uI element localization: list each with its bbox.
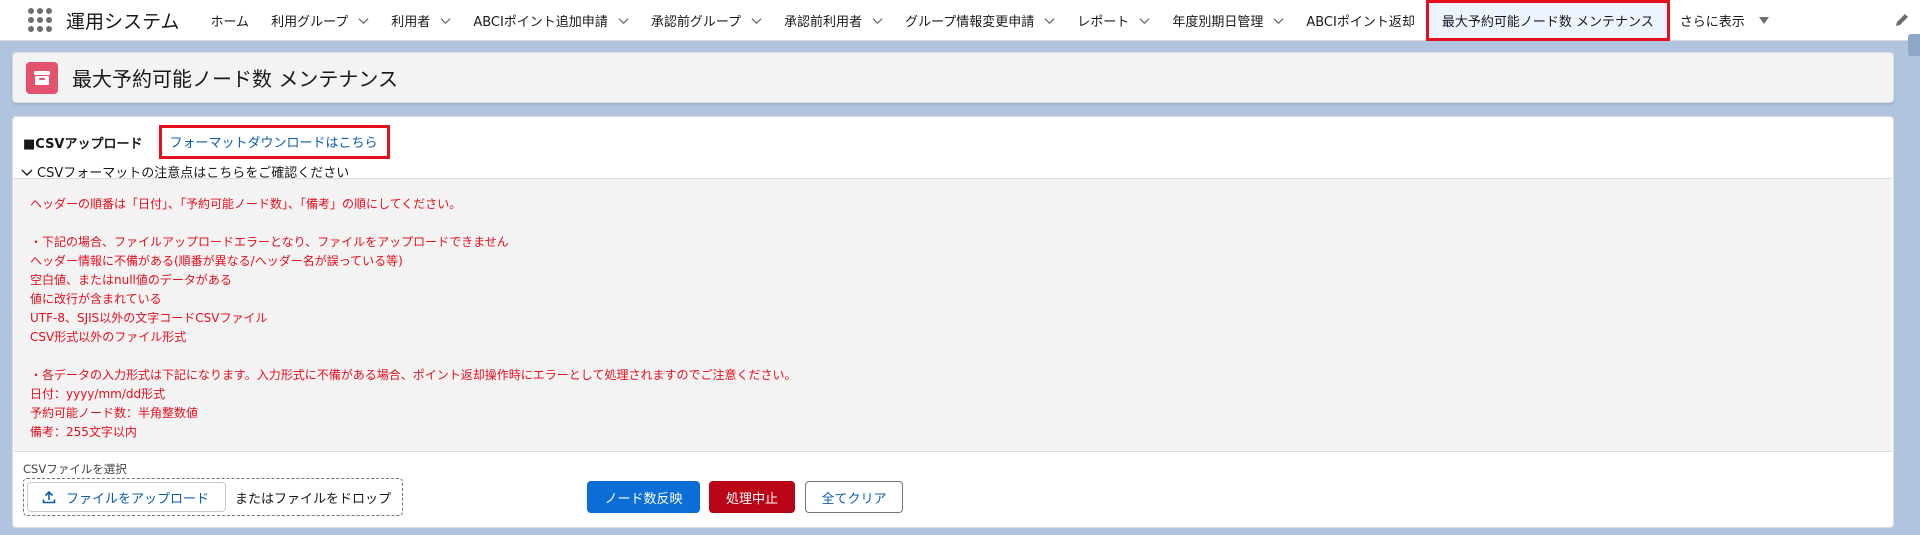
utility-panel-handle[interactable] (1908, 34, 1920, 56)
notes-line: 予約可能ノード数：半角整数値 (30, 406, 199, 420)
nav-tab-group-info-change[interactable]: グループ情報変更申請 (894, 0, 1066, 41)
upload-section-header: ■CSVアップロード フォーマットダウンロードはこちら (23, 125, 390, 159)
page-title: 最大予約可能ノード数 メンテナンス (72, 67, 398, 91)
nav-tab-annual-deadline[interactable]: 年度別期日管理 (1161, 0, 1295, 41)
nav-tab-abci-point-return[interactable]: ABCIポイント返却 (1295, 0, 1426, 41)
abort-processing-button[interactable]: 処理中止 (709, 481, 795, 513)
nav-tab-label: 年度別期日管理 (1172, 14, 1264, 30)
app-launcher-icon[interactable] (28, 8, 52, 32)
global-navigation-bar: 運用システム ホーム 利用グループ 利用者 ABCIポイント追加申請 承認前グル… (0, 0, 1920, 41)
format-download-link[interactable]: フォーマットダウンロードはこちら (158, 125, 390, 159)
nav-tab-label: レポート (1077, 14, 1130, 30)
nav-tab-pending-groups[interactable]: 承認前グループ (640, 0, 773, 41)
apply-node-count-button[interactable]: ノード数反映 (587, 481, 700, 513)
chevron-down-icon[interactable] (1044, 15, 1055, 26)
notes-line: ヘッダー情報に不備がある(順番が異なる/ヘッダー名が誤っている等) (30, 254, 403, 268)
notes-line: 値に改行が含まれている (30, 292, 162, 306)
csv-upload-card: ■CSVアップロード フォーマットダウンロードはこちら CSVフォーマットの注意… (12, 116, 1894, 528)
upload-file-button-label: ファイルをアップロード (66, 491, 210, 507)
nav-tab-label: 最大予約可能ノード数 メンテナンス (1441, 14, 1654, 30)
nav-tab-label: ABCIポイント返却 (1306, 14, 1415, 30)
nav-tab-reports[interactable]: レポート (1066, 0, 1161, 41)
chevron-down-icon[interactable] (751, 15, 762, 26)
notes-line: ・各データの入力形式は下記になります。入力形式に不備がある場合、ポイント返却操作… (30, 368, 797, 382)
nav-tab-pending-users[interactable]: 承認前利用者 (773, 0, 894, 41)
notes-line: 日付：yyyy/mm/dd形式 (30, 387, 166, 401)
nav-tab-home[interactable]: ホーム (199, 0, 260, 41)
nav-more-label: さらに表示 (1679, 14, 1745, 30)
csv-notes-panel: ヘッダーの順番は「日付」、「予約可能ノード数」、「備考」の順にしてください。 ・… (14, 178, 1892, 452)
notes-line (30, 214, 1892, 233)
clear-all-button[interactable]: 全てクリア (805, 481, 903, 513)
nav-tabs: ホーム 利用グループ 利用者 ABCIポイント追加申請 承認前グループ 承認前利… (199, 0, 1776, 41)
upload-icon (42, 490, 56, 504)
nav-tab-label: 利用グループ (271, 14, 349, 30)
nav-tab-usage-groups[interactable]: 利用グループ (260, 0, 380, 41)
notes-line: ヘッダーの順番は「日付」、「予約可能ノード数」、「備考」の順にしてください。 (30, 197, 462, 211)
nav-tab-max-node-maintenance[interactable]: 最大予約可能ノード数 メンテナンス (1425, 0, 1670, 41)
notes-line: 備考：255文字以内 (30, 425, 137, 439)
nav-tab-label: ホーム (210, 14, 250, 30)
chevron-down-icon[interactable] (1139, 15, 1150, 26)
nav-tab-label: グループ情報変更申請 (905, 14, 1035, 30)
notes-line (30, 347, 1892, 366)
chevron-down-icon[interactable] (440, 15, 451, 26)
pencil-icon[interactable] (1894, 12, 1910, 28)
section-label: ■CSVアップロード (23, 136, 143, 152)
notes-line: CSV形式以外のファイル形式 (30, 330, 187, 344)
nav-more-menu[interactable]: さらに表示 (1670, 0, 1777, 41)
file-select-label: CSVファイルを選択 (23, 462, 127, 476)
nav-tab-label: ABCIポイント追加申請 (473, 14, 608, 30)
upload-file-button[interactable]: ファイルをアップロード (27, 482, 227, 512)
nav-tab-abci-point-request[interactable]: ABCIポイント追加申請 (462, 0, 640, 41)
chevron-down-icon (21, 169, 33, 176)
nav-tab-label: 承認前利用者 (784, 14, 863, 30)
chevron-down-icon[interactable] (358, 15, 369, 26)
notes-line: UTF-8、SJIS以外の文字コードCSVファイル (30, 311, 268, 325)
nav-tab-label: 利用者 (391, 14, 431, 30)
page-header: 最大予約可能ノード数 メンテナンス (12, 52, 1894, 103)
chevron-down-icon[interactable] (618, 15, 629, 26)
chevron-down-icon[interactable] (872, 15, 883, 26)
archive-icon (26, 61, 58, 94)
app-name: 運用システム (66, 10, 180, 33)
file-dropzone[interactable]: ファイルをアップロード またはファイルをドロップ (23, 478, 403, 516)
caret-down-icon (1758, 16, 1769, 24)
notes-line: 空白値、またはnull値のデータがある (30, 273, 232, 287)
drop-text: またはファイルをドロップ (235, 491, 392, 507)
nav-tab-label: 承認前グループ (650, 14, 742, 30)
chevron-down-icon[interactable] (1273, 15, 1284, 26)
nav-tab-users[interactable]: 利用者 (380, 0, 462, 41)
notes-line: ・下記の場合、ファイルアップロードエラーとなり、ファイルをアップロードできません (30, 235, 509, 249)
